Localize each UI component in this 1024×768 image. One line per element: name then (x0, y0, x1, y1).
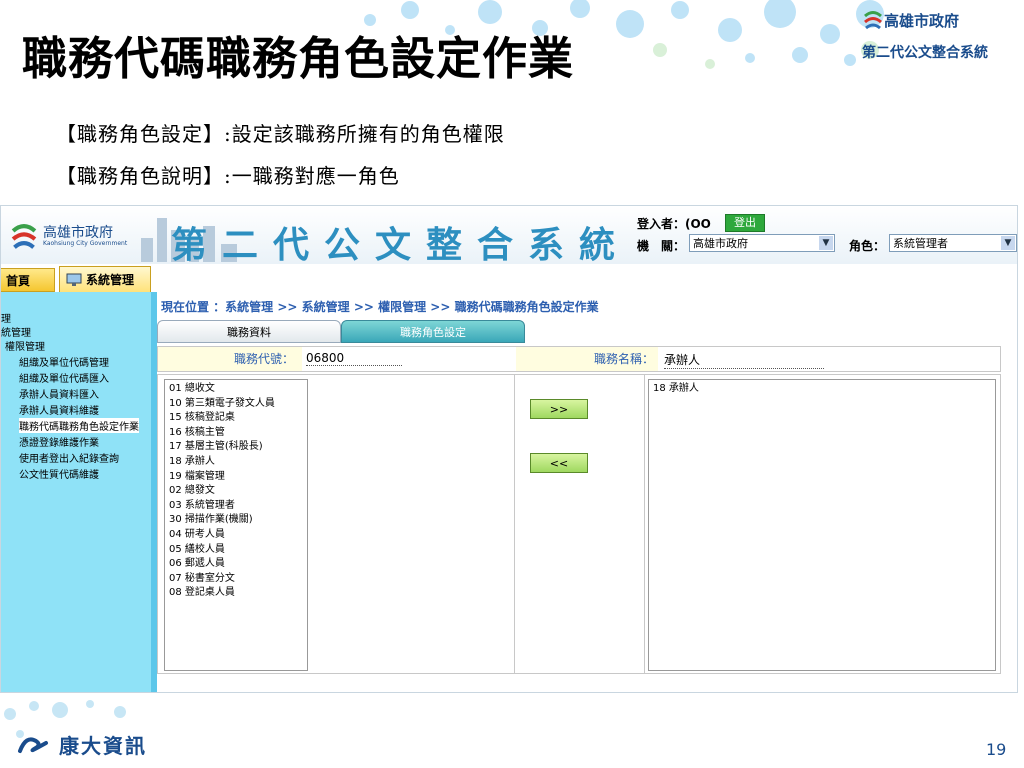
organization-select[interactable]: 高雄市政府 ▼ (689, 234, 835, 252)
job-info-row: 職務代號： 06800 職務名稱： 承辦人 (157, 346, 1001, 372)
list-item[interactable]: 03 系統管理者 (169, 499, 307, 514)
main-tabbar: 首頁 系統管理 (1, 264, 1017, 292)
remove-role-button[interactable]: << (530, 453, 588, 473)
tab-system-label: 系統管理 (86, 273, 135, 287)
company-logo-icon (18, 737, 48, 753)
slide-title: 職務代碼職務角色設定作業 (22, 32, 575, 85)
organization-label: 機 關： (637, 239, 686, 253)
list-item[interactable]: 05 繕校人員 (169, 543, 307, 558)
list-item[interactable]: 16 核稿主管 (169, 426, 307, 441)
sidebar-item[interactable]: 承辦人員資料匯入 (19, 386, 99, 401)
login-user-label: 登入者：(OO (637, 217, 711, 231)
app-header: 高雄市政府 Kaohsiung City Government 第二代公文整合系… (1, 206, 1017, 266)
list-item[interactable]: 06 郵遞人員 (169, 557, 307, 572)
sidebar-item-selected[interactable]: 職務代碼職務角色設定作業 (19, 418, 139, 433)
sidebar-item[interactable]: 使用者登出入紀錄查詢 (19, 450, 119, 465)
app-window: 高雄市政府 Kaohsiung City Government 第二代公文整合系… (0, 205, 1018, 693)
tab-home[interactable]: 首頁 (1, 268, 55, 292)
tab-job-info[interactable]: 職務資料 (157, 320, 341, 343)
tab-home-label: 首頁 (6, 274, 31, 288)
role-assignment-panel: 01 總收文 10 第三類電子發文人員 15 核稿登記桌 16 核稿主管 17 … (157, 374, 1001, 674)
list-item[interactable]: 08 登記桌人員 (169, 586, 307, 601)
organization-select-value: 高雄市政府 (693, 237, 748, 250)
app-title: 第二代公文整合系統 (171, 224, 631, 266)
monitor-icon (66, 273, 82, 286)
city-emblem-icon (11, 224, 37, 249)
list-item[interactable]: 04 研考人員 (169, 528, 307, 543)
description-role-explanation: 【職務角色說明】:一職務對應一角色 (56, 164, 400, 188)
assigned-roles-list[interactable]: 18 承辦人 (648, 379, 996, 671)
sidebar-item[interactable]: 公文性質代碼維護 (19, 466, 99, 481)
breadcrumb: 現在位置 ：系統管理 >> 系統管理 >> 權限管理 >> 職務代碼職務角色設定… (161, 300, 599, 314)
list-item[interactable]: 17 基層主管(科股長) (169, 440, 307, 455)
sidebar-item[interactable]: 權限管理 (5, 338, 45, 353)
list-item[interactable]: 01 總收文 (169, 382, 307, 397)
available-roles-list[interactable]: 01 總收文 10 第三類電子發文人員 15 核稿登記桌 16 核稿主管 17 … (164, 379, 308, 671)
list-item[interactable]: 18 承辦人 (653, 382, 995, 396)
sidebar-item[interactable]: 組織及單位代碼匯入 (19, 370, 109, 385)
job-code-value: 06800 (306, 351, 402, 366)
city-emblem-icon (864, 11, 882, 30)
company-name: 康大資訊 (58, 734, 147, 758)
role-select[interactable]: 系統管理者 ▼ (889, 234, 1017, 252)
description-role-setting: 【職務角色設定】:設定該職務所擁有的角色權限 (56, 122, 505, 146)
page-number: 19 (986, 740, 1007, 759)
job-name-label: 職務名稱： (516, 347, 658, 371)
add-role-button[interactable]: >> (530, 399, 588, 419)
job-code-label: 職務代號： (158, 347, 302, 371)
sidebar-item[interactable]: 組織及單位代碼管理 (19, 354, 109, 369)
list-item[interactable]: 18 承辦人 (169, 455, 307, 470)
list-item[interactable]: 10 第三類電子發文人員 (169, 397, 307, 412)
column-divider (644, 375, 645, 673)
app-logo: 高雄市政府 Kaohsiung City Government (7, 216, 147, 256)
column-divider (514, 375, 515, 673)
tab-job-role-setting[interactable]: 職務角色設定 (341, 320, 525, 343)
company-logo: 康大資訊 (16, 730, 147, 759)
app-logo-name: 高雄市政府 (43, 225, 113, 241)
logout-button[interactable]: 登出 (725, 214, 765, 232)
app-logo-english: Kaohsiung City Government (43, 240, 128, 247)
logo-line2: 第二代公文整合系統 (862, 45, 988, 61)
role-label: 角色： (849, 239, 886, 253)
role-select-value: 系統管理者 (893, 237, 948, 250)
tab-system-management[interactable]: 系統管理 (59, 266, 151, 292)
list-item[interactable]: 15 核稿登記桌 (169, 411, 307, 426)
sidebar-item[interactable]: 憑證登錄維護作業 (19, 434, 99, 449)
chevron-down-icon[interactable]: ▼ (1001, 236, 1015, 250)
list-item[interactable]: 02 總發文 (169, 484, 307, 499)
list-item[interactable]: 30 掃描作業(機關) (169, 513, 307, 528)
chevron-down-icon[interactable]: ▼ (819, 236, 833, 250)
city-logo: 高雄市政府 第二代公文整合系統 (862, 4, 1020, 62)
sidebar: 理 統管理 權限管理 組織及單位代碼管理 組織及單位代碼匯入 承辦人員資料匯入 … (1, 292, 157, 692)
list-item[interactable]: 19 檔案管理 (169, 470, 307, 485)
list-item[interactable]: 07 秘書室分文 (169, 572, 307, 587)
job-name-value: 承辦人 (664, 351, 824, 369)
sidebar-item[interactable]: 統管理 (1, 324, 31, 339)
sidebar-item[interactable]: 理 (1, 310, 11, 325)
logo-line1: 高雄市政府 (884, 12, 960, 30)
sidebar-item[interactable]: 承辦人員資料維護 (19, 402, 99, 417)
